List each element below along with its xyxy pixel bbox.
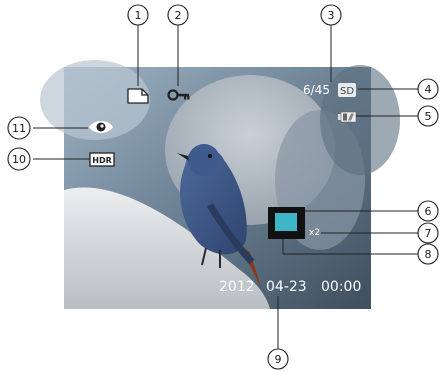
callout-3: 3 [320,4,342,26]
file-counter: 6/45 [303,83,330,97]
callout-6-label: 6 [425,205,432,218]
hdr-badge-label: HDR [92,156,112,165]
callout-1: 1 [127,4,149,26]
document-icon [127,88,149,104]
zoom-label: x2 [309,228,320,238]
callout-11-label: 11 [12,122,26,135]
callout-11: 11 [7,116,31,140]
callout-10-label: 10 [12,153,26,166]
battery-icon [338,111,357,123]
callout-5: 5 [417,105,439,127]
callout-8-label: 8 [425,248,432,261]
callout-6: 6 [417,200,439,222]
storage-badge-label: SD [340,86,354,97]
date-year: 2012 [219,279,255,295]
callout-5-label: 5 [425,110,432,123]
zoom-thumbnail [268,207,305,239]
callout-2-label: 2 [175,9,182,22]
callout-9-label: 9 [275,353,282,366]
storage-badge: SD [338,83,356,97]
callout-9: 9 [267,348,289,370]
date-month-day: 04-23 [266,279,307,295]
callout-7: 7 [417,222,439,244]
callout-8: 8 [417,243,439,265]
hdr-badge: HDR [89,152,115,167]
callout-4-label: 4 [425,83,432,96]
callout-3-label: 3 [328,9,335,22]
thumbnail-window [275,213,297,231]
callout-2: 2 [167,4,189,26]
callout-4: 4 [417,78,439,100]
playback-screen-diagram: 6/45 SD HDR x2 2012 04-23 00:00 1 2 3 4 … [7,4,439,370]
callout-1-label: 1 [135,9,142,22]
callout-10: 10 [7,147,31,171]
time-display: 00:00 [321,279,361,295]
callout-7-label: 7 [425,227,432,240]
